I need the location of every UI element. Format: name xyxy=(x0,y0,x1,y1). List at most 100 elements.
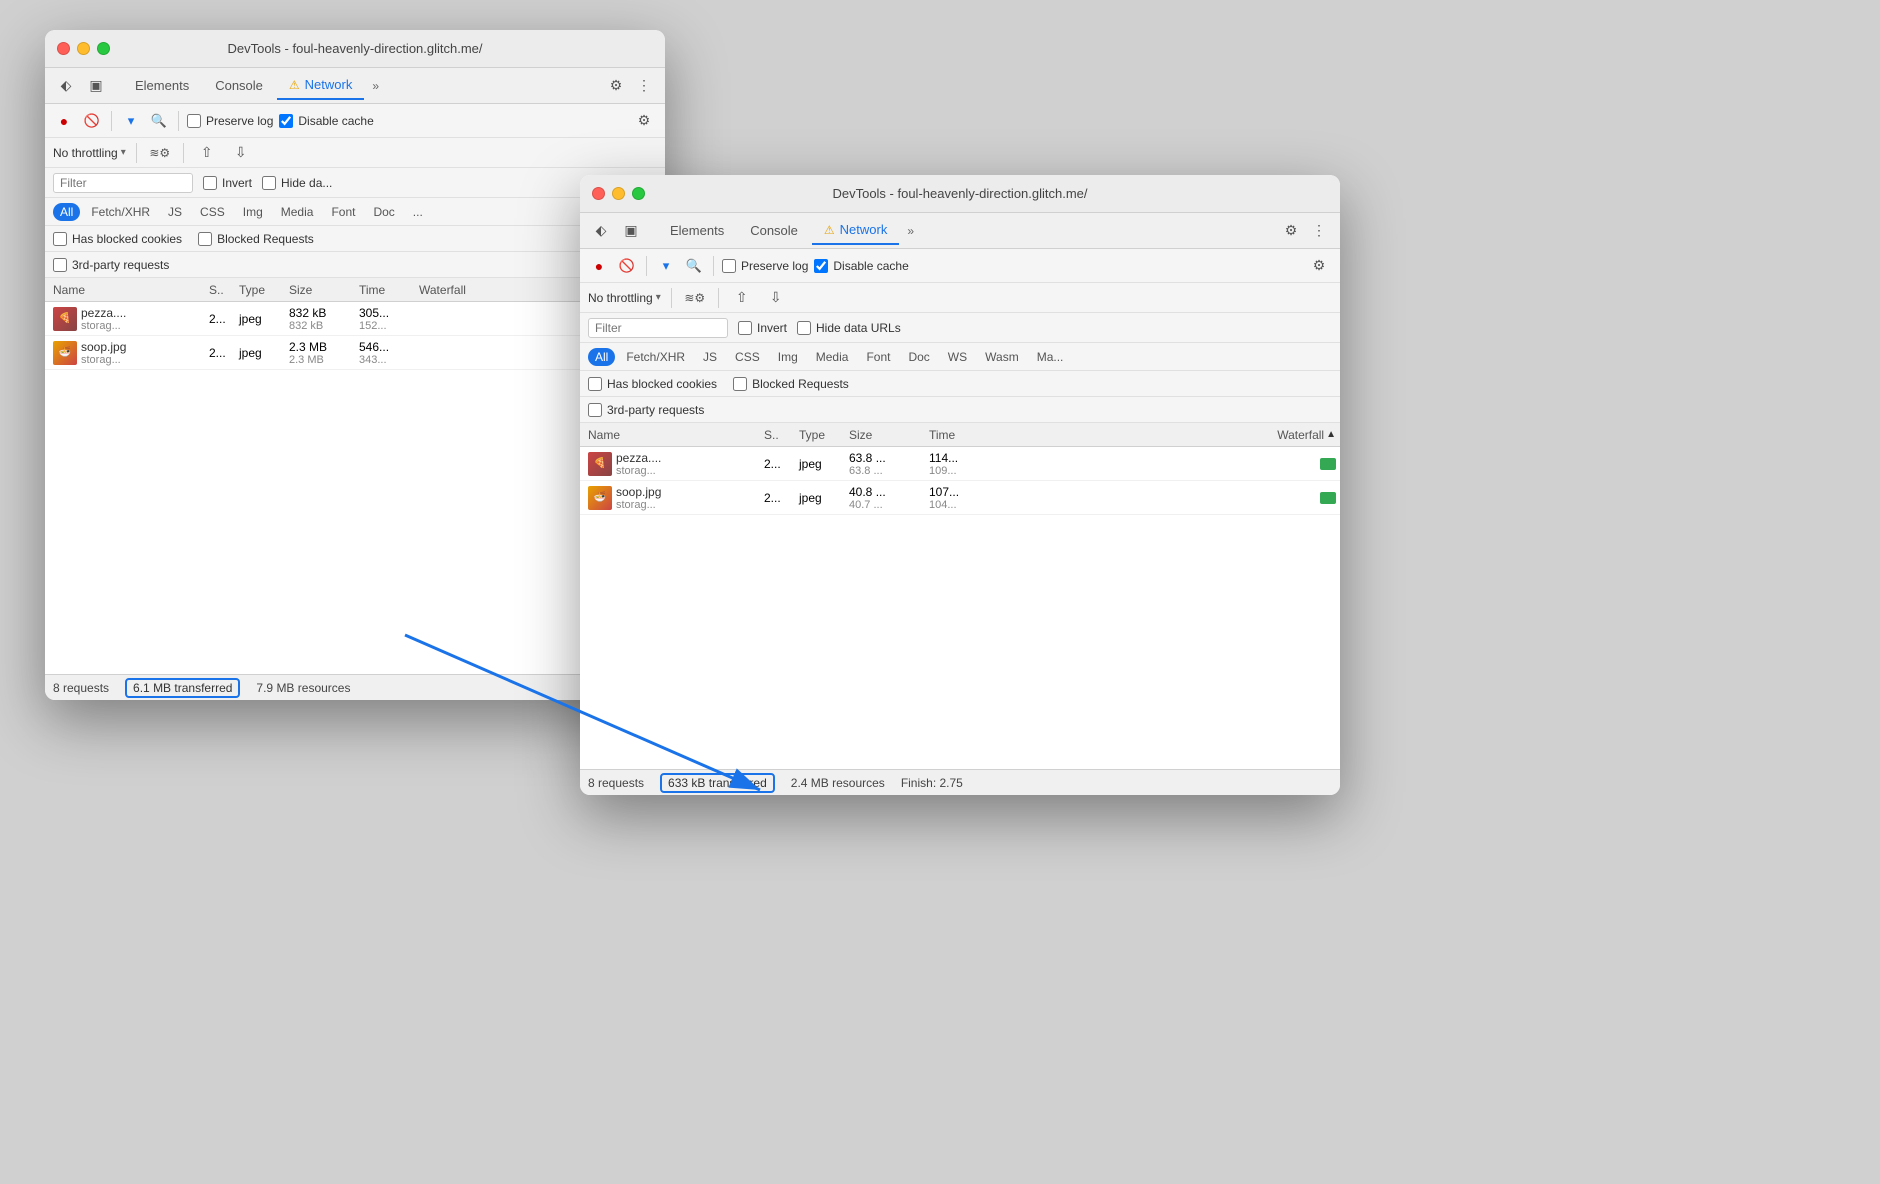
upload-icon-2[interactable]: ⇧ xyxy=(729,285,755,311)
type-wasm-2[interactable]: Wasm xyxy=(978,348,1026,366)
cursor-icon[interactable]: ⬖ xyxy=(53,73,79,99)
type-doc-2[interactable]: Doc xyxy=(901,348,936,366)
tab-network-1[interactable]: ⚠ Network xyxy=(277,72,364,100)
disable-cache-input-1[interactable] xyxy=(279,114,293,128)
col-s-header-2[interactable]: S.. xyxy=(760,428,795,442)
more-options-icon-2[interactable]: ⋮ xyxy=(1306,218,1332,244)
type-all-2[interactable]: All xyxy=(588,348,615,366)
hide-data-input-2[interactable] xyxy=(797,321,811,335)
preserve-log-checkbox-1[interactable]: Preserve log xyxy=(187,114,273,128)
third-party-input-1[interactable] xyxy=(53,258,67,272)
blocked-requests-input-2[interactable] xyxy=(733,377,747,391)
record-button-2[interactable]: ● xyxy=(588,255,610,277)
tab-more-1[interactable]: » xyxy=(366,75,385,97)
type-font-1[interactable]: Font xyxy=(324,203,362,221)
maximize-button-2[interactable] xyxy=(632,187,645,200)
has-blocked-input-2[interactable] xyxy=(588,377,602,391)
hide-data-checkbox-1[interactable]: Hide da... xyxy=(262,176,332,190)
filter-button-1[interactable]: ▾ xyxy=(120,110,142,132)
download-icon-2[interactable]: ⇩ xyxy=(763,285,789,311)
has-blocked-input-1[interactable] xyxy=(53,232,67,246)
col-s-header-1[interactable]: S.. xyxy=(205,283,235,297)
tab-elements-2[interactable]: Elements xyxy=(658,217,736,245)
search-button-1[interactable]: 🔍 xyxy=(148,110,170,132)
type-js-2[interactable]: JS xyxy=(696,348,724,366)
type-all-1[interactable]: All xyxy=(53,203,80,221)
blocked-requests-checkbox-1[interactable]: Blocked Requests xyxy=(198,232,314,246)
type-img-2[interactable]: Img xyxy=(771,348,805,366)
invert-checkbox-1[interactable]: Invert xyxy=(203,176,252,190)
record-button-1[interactable]: ● xyxy=(53,110,75,132)
tab-elements-1[interactable]: Elements xyxy=(123,72,201,100)
type-media-1[interactable]: Media xyxy=(274,203,321,221)
third-party-input-2[interactable] xyxy=(588,403,602,417)
throttle-select-2[interactable]: No throttling ▾ xyxy=(588,291,661,305)
type-img-1[interactable]: Img xyxy=(236,203,270,221)
type-css-2[interactable]: CSS xyxy=(728,348,767,366)
disable-cache-input-2[interactable] xyxy=(814,259,828,273)
minimize-button-2[interactable] xyxy=(612,187,625,200)
col-size-header-2[interactable]: Size xyxy=(845,428,925,442)
tab-console-1[interactable]: Console xyxy=(203,72,275,100)
invert-checkbox-2[interactable]: Invert xyxy=(738,321,787,335)
preserve-log-input-2[interactable] xyxy=(722,259,736,273)
col-time-header-2[interactable]: Time xyxy=(925,428,990,442)
close-button-1[interactable] xyxy=(57,42,70,55)
type-font-2[interactable]: Font xyxy=(859,348,897,366)
blocked-requests-checkbox-2[interactable]: Blocked Requests xyxy=(733,377,849,391)
type-css-1[interactable]: CSS xyxy=(193,203,232,221)
close-button-2[interactable] xyxy=(592,187,605,200)
invert-input-1[interactable] xyxy=(203,176,217,190)
settings-icon-1[interactable]: ⚙ xyxy=(603,73,629,99)
hide-data-input-1[interactable] xyxy=(262,176,276,190)
filter-button-2[interactable]: ▾ xyxy=(655,255,677,277)
type-xhr-2[interactable]: Fetch/XHR xyxy=(619,348,692,366)
col-name-header-1[interactable]: Name xyxy=(45,283,205,297)
gear-icon-2[interactable]: ⚙ xyxy=(1306,253,1332,279)
type-ws-2[interactable]: WS xyxy=(941,348,974,366)
third-party-checkbox-2[interactable]: 3rd-party requests xyxy=(588,403,704,417)
col-type-header-1[interactable]: Type xyxy=(235,283,285,297)
type-xhr-1[interactable]: Fetch/XHR xyxy=(84,203,157,221)
cursor-icon-2[interactable]: ⬖ xyxy=(588,218,614,244)
stop-button-1[interactable]: 🚫 xyxy=(81,110,103,132)
stop-button-2[interactable]: 🚫 xyxy=(616,255,638,277)
col-size-header-1[interactable]: Size xyxy=(285,283,355,297)
maximize-button-1[interactable] xyxy=(97,42,110,55)
col-type-header-2[interactable]: Type xyxy=(795,428,845,442)
table-row[interactable]: 🍕 pezza.... storag... 2... jpeg 63.8 ...… xyxy=(580,447,1340,481)
filter-input-2[interactable] xyxy=(588,318,728,338)
minimize-button-1[interactable] xyxy=(77,42,90,55)
wifi-icon-2[interactable]: ≋⚙ xyxy=(682,285,708,311)
disable-cache-checkbox-2[interactable]: Disable cache xyxy=(814,259,908,273)
blocked-requests-input-1[interactable] xyxy=(198,232,212,246)
has-blocked-checkbox-2[interactable]: Has blocked cookies xyxy=(588,377,717,391)
table-row[interactable]: 🍜 soop.jpg storag... 2... jpeg 2.3 MB 2.… xyxy=(45,336,665,370)
has-blocked-checkbox-1[interactable]: Has blocked cookies xyxy=(53,232,182,246)
table-row[interactable]: 🍕 pezza.... storag... 2... jpeg 832 kB 8… xyxy=(45,302,665,336)
col-waterfall-header-2[interactable]: Waterfall ▲ xyxy=(990,428,1340,442)
type-doc-1[interactable]: Doc xyxy=(366,203,401,221)
search-button-2[interactable]: 🔍 xyxy=(683,255,705,277)
wifi-icon-1[interactable]: ≋⚙ xyxy=(147,140,173,166)
invert-input-2[interactable] xyxy=(738,321,752,335)
third-party-checkbox-1[interactable]: 3rd-party requests xyxy=(53,258,169,272)
type-js-1[interactable]: JS xyxy=(161,203,189,221)
table-row[interactable]: 🍜 soop.jpg storag... 2... jpeg 40.8 ... … xyxy=(580,481,1340,515)
throttle-select-1[interactable]: No throttling ▾ xyxy=(53,146,126,160)
tab-more-2[interactable]: » xyxy=(901,220,920,242)
filter-input-1[interactable] xyxy=(53,173,193,193)
col-name-header-2[interactable]: Name xyxy=(580,428,760,442)
type-media-2[interactable]: Media xyxy=(809,348,856,366)
tab-network-2[interactable]: ⚠ Network xyxy=(812,217,899,245)
hide-data-checkbox-2[interactable]: Hide data URLs xyxy=(797,321,901,335)
tab-console-2[interactable]: Console xyxy=(738,217,810,245)
inspector-icon[interactable]: ▣ xyxy=(83,73,109,99)
download-icon-1[interactable]: ⇩ xyxy=(228,140,254,166)
disable-cache-checkbox-1[interactable]: Disable cache xyxy=(279,114,373,128)
inspector-icon-2[interactable]: ▣ xyxy=(618,218,644,244)
col-time-header-1[interactable]: Time xyxy=(355,283,415,297)
gear-icon-1[interactable]: ⚙ xyxy=(631,108,657,134)
type-manifest-2[interactable]: Ma... xyxy=(1030,348,1071,366)
upload-icon-1[interactable]: ⇧ xyxy=(194,140,220,166)
